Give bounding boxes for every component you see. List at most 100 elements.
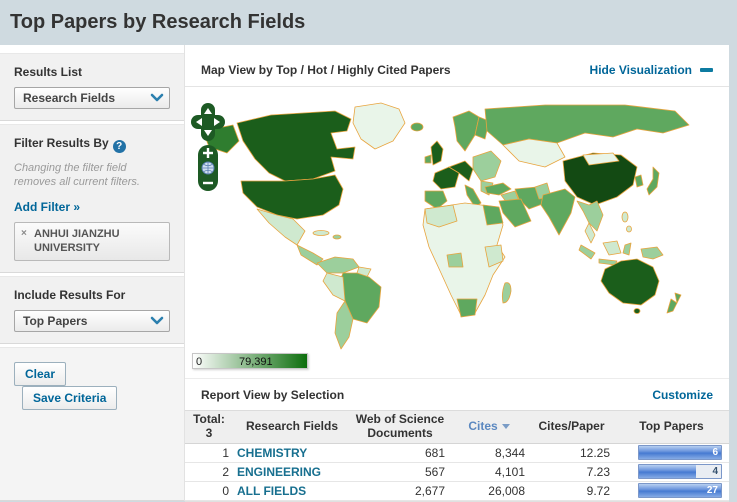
- country-hispaniola[interactable]: [332, 234, 342, 240]
- active-filter-chip: × ANHUI JIANZHU UNIVERSITY: [14, 221, 170, 262]
- results-list-selected-value: Research Fields: [23, 91, 116, 105]
- country-cuba[interactable]: [312, 230, 330, 236]
- island-sumatra[interactable]: [578, 244, 596, 260]
- top-papers-value: 6: [712, 447, 718, 459]
- country-iceland[interactable]: [410, 122, 424, 132]
- country-japan[interactable]: [646, 166, 660, 196]
- column-cites-sorted[interactable]: Cites: [449, 410, 529, 444]
- column-research-fields[interactable]: Research Fields: [233, 410, 351, 444]
- cell-cites-per-paper: 12.25: [529, 443, 614, 463]
- results-list-section: Results List Research Fields: [0, 53, 184, 121]
- row-rank: 1: [185, 443, 233, 463]
- country-canada[interactable]: [236, 110, 356, 182]
- region-peru-bolivia[interactable]: [322, 272, 346, 302]
- column-wos-documents[interactable]: Web of Science Documents: [351, 410, 449, 444]
- table-row: 1 CHEMISTRY 681 8,344 12.25 6: [185, 443, 729, 463]
- country-ireland[interactable]: [424, 154, 432, 164]
- country-kazakhstan[interactable]: [502, 138, 566, 168]
- help-icon[interactable]: ?: [112, 140, 126, 153]
- include-results-select[interactable]: Top Papers: [14, 310, 170, 333]
- country-russia[interactable]: [484, 104, 690, 146]
- island-tasmania[interactable]: [633, 308, 641, 314]
- field-link-engineering[interactable]: ENGINEERING: [237, 465, 321, 479]
- map-zoom-control[interactable]: [198, 145, 218, 191]
- content: Results List Research Fields Filter Resu…: [0, 45, 737, 502]
- cell-cites-per-paper: 7.23: [529, 462, 614, 482]
- country-usa[interactable]: [240, 174, 344, 220]
- cell-cites: 8,344: [449, 443, 529, 463]
- field-link-chemistry[interactable]: CHEMISTRY: [237, 446, 307, 460]
- sidebar: Results List Research Fields Filter Resu…: [0, 45, 185, 501]
- country-nigeria[interactable]: [446, 252, 464, 268]
- country-philippines[interactable]: [621, 211, 629, 223]
- country-new-zealand-north[interactable]: [674, 292, 682, 304]
- region-scandinavia[interactable]: [452, 110, 480, 152]
- cell-cites: 4,101: [449, 462, 529, 482]
- report-panel-header: Report View by Selection Customize: [185, 379, 729, 410]
- country-south-africa[interactable]: [456, 298, 478, 318]
- country-greenland[interactable]: [352, 102, 406, 150]
- cell-docs: 681: [351, 443, 449, 463]
- map-pan-control[interactable]: [191, 103, 225, 141]
- country-south-korea[interactable]: [634, 174, 644, 188]
- remove-filter-icon[interactable]: ×: [21, 228, 27, 239]
- collapse-minus-icon[interactable]: [700, 67, 713, 72]
- map-view: 0 79,391: [185, 87, 729, 379]
- right-margin: [729, 45, 737, 501]
- filter-section: Filter Results By? Changing the filter f…: [0, 124, 184, 274]
- region-colombia-venezuela[interactable]: [316, 256, 360, 274]
- results-list-label: Results List: [14, 65, 83, 79]
- cell-cites: 26,008: [449, 481, 529, 501]
- include-results-selected-value: Top Papers: [23, 314, 88, 329]
- column-cites-per-paper[interactable]: Cites/Paper: [529, 410, 614, 444]
- top-papers-value: 27: [706, 485, 718, 497]
- table-row: 2 ENGINEERING 567 4,101 7.23 4: [185, 462, 729, 482]
- island-sulawesi[interactable]: [622, 242, 632, 256]
- sort-descending-icon: [501, 424, 510, 430]
- page-title: Top Papers by Research Fields: [10, 11, 306, 33]
- total-header: Total: 3: [185, 410, 233, 444]
- country-new-zealand-south[interactable]: [666, 298, 678, 314]
- country-egypt[interactable]: [482, 204, 504, 226]
- island-borneo[interactable]: [602, 240, 622, 256]
- cell-docs: 567: [351, 462, 449, 482]
- legend-min-value: 0: [196, 356, 203, 368]
- cell-docs: 2,677: [351, 481, 449, 501]
- sidebar-actions: Clear Save Criteria: [0, 347, 184, 501]
- include-results-section: Include Results For Top Papers: [0, 276, 184, 345]
- main-panel: Map View by Top / Hot / Highly Cited Pap…: [185, 45, 729, 502]
- world-map[interactable]: [185, 87, 729, 379]
- hide-visualization-link[interactable]: Hide Visualization: [590, 63, 692, 77]
- add-filter-link[interactable]: Add Filter »: [14, 200, 80, 214]
- active-filter-text: ANHUI JIANZHU UNIVERSITY: [34, 227, 120, 254]
- map-panel-title: Map View by Top / Hot / Highly Cited Pap…: [201, 62, 451, 77]
- country-philippines-south[interactable]: [626, 225, 632, 233]
- country-india[interactable]: [540, 188, 576, 236]
- country-uk[interactable]: [430, 140, 444, 166]
- chevron-down-icon: [150, 93, 164, 102]
- column-top-papers[interactable]: Top Papers: [614, 410, 729, 444]
- report-table: Total: 3 Research Fields Web of Science …: [185, 410, 729, 501]
- country-madagascar[interactable]: [501, 282, 512, 304]
- hide-visualization[interactable]: Hide Visualization: [590, 63, 713, 77]
- report-title: Report View by Selection: [201, 387, 345, 402]
- region-eastern-europe[interactable]: [472, 150, 502, 182]
- row-rank: 0: [185, 481, 233, 501]
- map-panel-header: Map View by Top / Hot / Highly Cited Pap…: [185, 53, 729, 87]
- table-row: 0 ALL FIELDS 2,677 26,008 9.72 27: [185, 481, 729, 501]
- top-papers-bar: 27: [638, 483, 722, 499]
- table-header-row: Total: 3 Research Fields Web of Science …: [185, 410, 729, 444]
- top-papers-bar: 4: [638, 464, 722, 480]
- row-rank: 2: [185, 462, 233, 482]
- filter-note: Changing the filter field removes all cu…: [14, 162, 140, 189]
- include-results-label: Include Results For: [14, 288, 126, 303]
- total-count: 3: [205, 425, 213, 440]
- customize-link[interactable]: Customize: [652, 388, 713, 402]
- country-papua-new-guinea[interactable]: [640, 246, 664, 260]
- map-controls: [191, 103, 225, 191]
- results-list-select[interactable]: Research Fields: [14, 87, 170, 109]
- field-link-all-fields[interactable]: ALL FIELDS: [237, 484, 306, 498]
- clear-button[interactable]: Clear: [14, 362, 67, 387]
- save-criteria-button[interactable]: Save Criteria: [22, 386, 118, 411]
- country-australia[interactable]: [600, 258, 660, 306]
